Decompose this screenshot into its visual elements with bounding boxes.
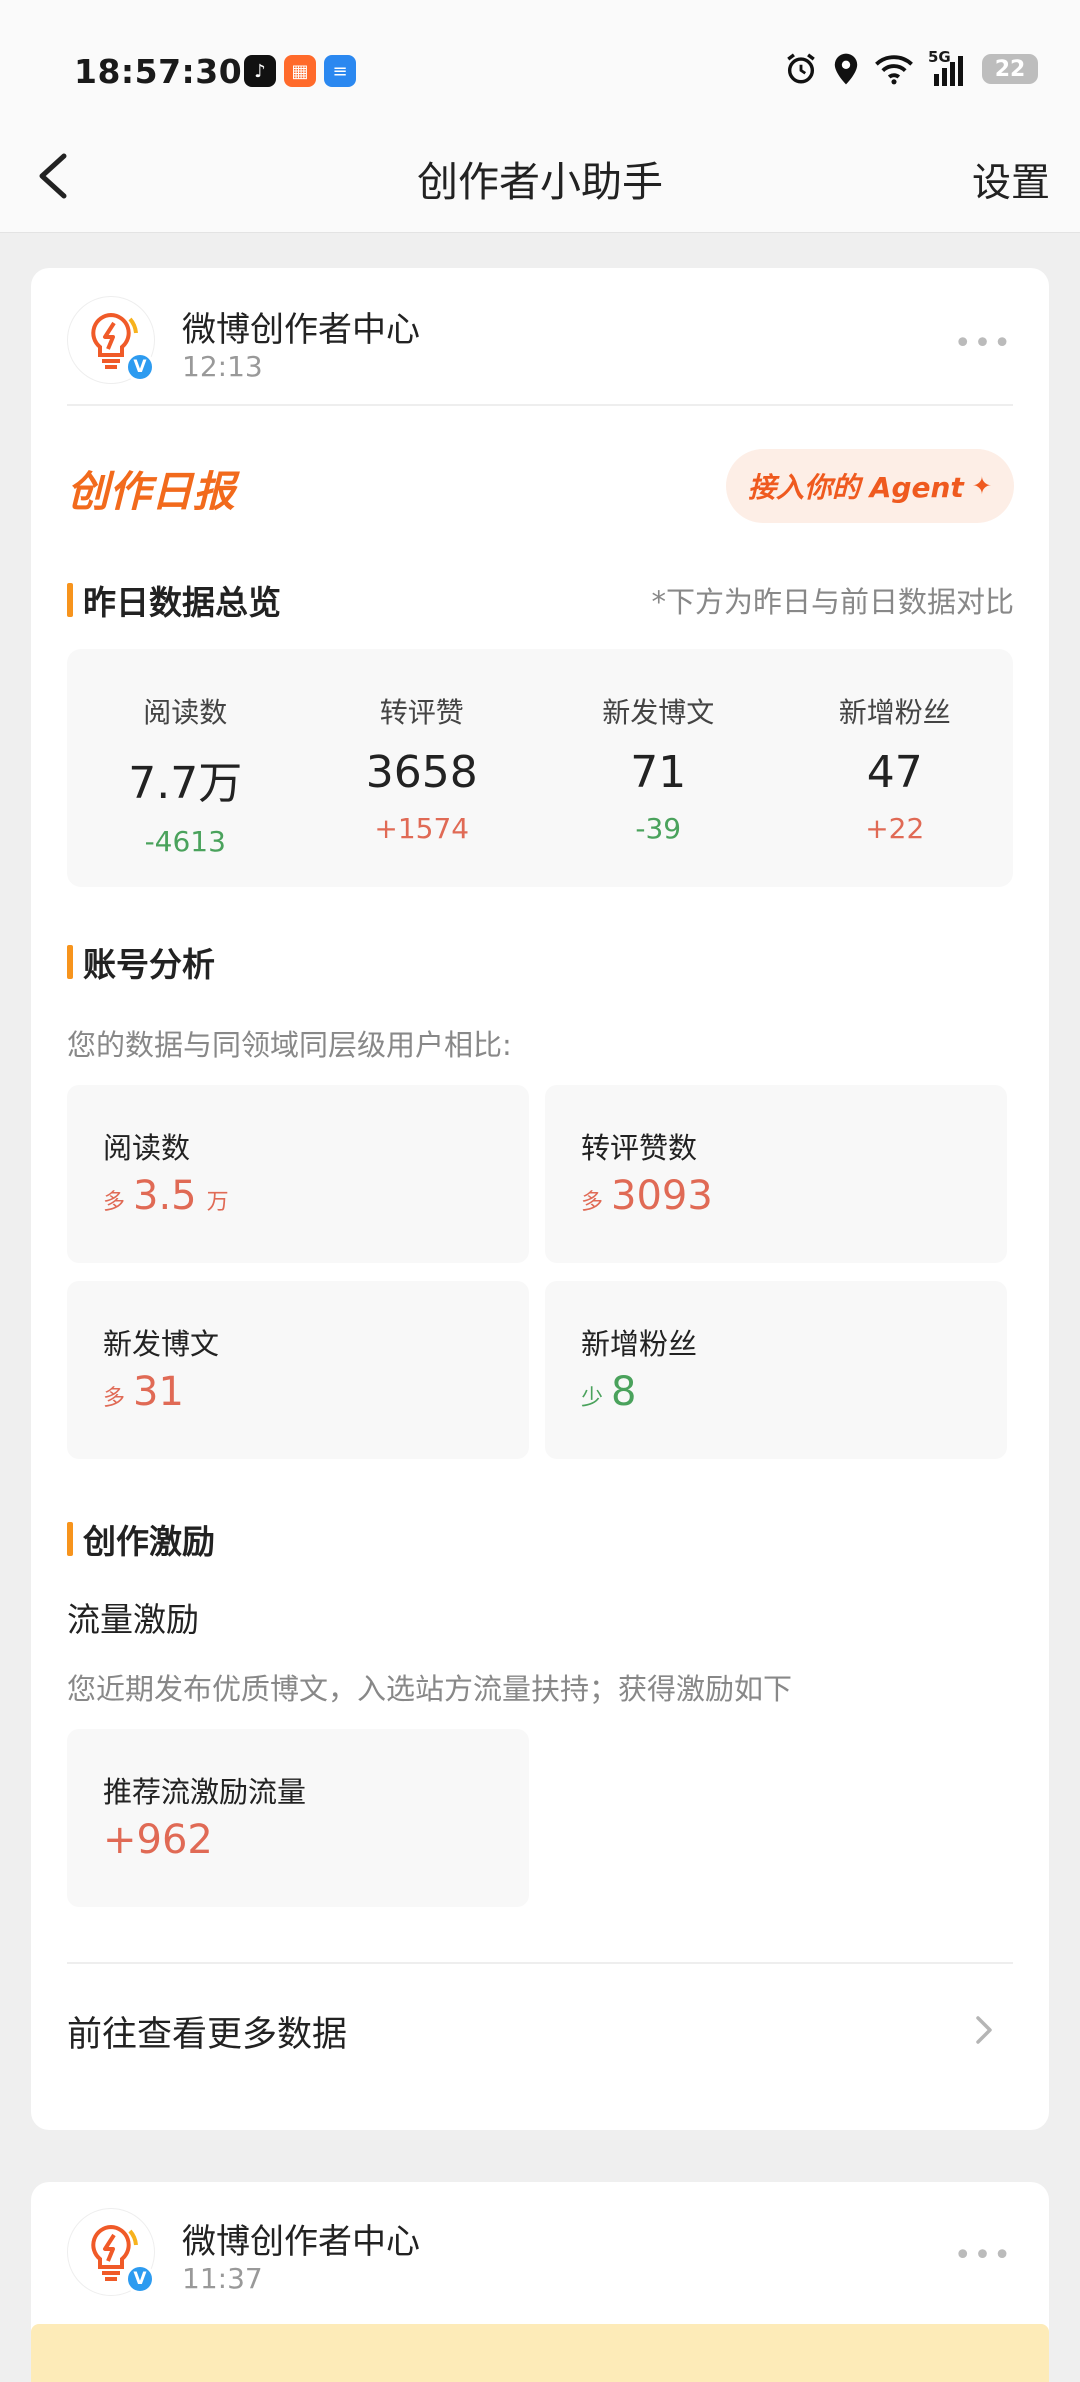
message-time: 11:37 [182,2262,263,2295]
comparison-number: 31 [133,1369,184,1415]
network-type: 5G [928,48,951,66]
stat-label: 转评赞 [379,696,464,729]
analysis-value: 多 3.5 万 [103,1173,229,1219]
analysis-heading: 账号分析 [67,938,215,986]
more-options-icon[interactable]: ••• [954,2238,1013,2273]
overview-heading: 昨日数据总览 [67,576,281,624]
comparison-number: 3093 [611,1173,713,1219]
analysis-desc: 您的数据与同领域同层级用户相比: [67,1028,512,1062]
stat-item: 新发博文 71 -39 [540,649,777,887]
comparison-unit: 万 [206,1190,229,1215]
settings-button[interactable]: 设置 [972,152,1050,208]
tiktok-icon: ♪ [244,55,276,87]
verified-badge-icon: V [125,352,155,382]
sparkle-icon: ✦ [971,472,992,500]
battery-icon: 22 [982,54,1038,84]
connect-agent-button[interactable]: 接入你的 Agent ✦ [726,449,1014,523]
stat-value: 7.7万 [128,758,243,809]
wifi-icon [875,55,913,85]
stat-delta: +22 [865,812,925,845]
agent-button-label: 接入你的 Agent [748,471,964,504]
incentive-heading: 创作激励 [67,1515,215,1563]
comparison-prefix: 少 [581,1386,604,1411]
divider [67,1962,1013,1964]
analysis-label: 新增粉丝 [581,1327,698,1361]
status-indicators: 5G 22 [784,48,1038,86]
alarm-icon [787,53,815,84]
stat-item: 阅读数 7.7万 -4613 [67,649,304,887]
analysis-label: 转评赞数 [581,1131,698,1165]
message-card: V 微博创作者中心 11:37 ••• [31,2182,1049,2382]
incentive-card: 推荐流激励流量 +962 [67,1729,529,1907]
stat-value: 71 [630,747,687,798]
incentive-subheading: 流量激励 [67,1600,199,1639]
analysis-value: 多 3093 [581,1173,713,1219]
comparison-prefix: 多 [103,1386,126,1411]
stat-delta: +1574 [374,812,470,845]
stat-delta: -39 [635,812,682,845]
analysis-label: 阅读数 [103,1131,191,1165]
overview-note: *下方为昨日与前日数据对比 [651,585,1014,619]
comparison-number: 8 [611,1369,637,1415]
more-options-icon[interactable]: ••• [954,326,1013,361]
location-icon [834,53,858,85]
stat-item: 新增粉丝 47 +22 [777,649,1014,887]
sender-name: 微博创作者中心 [182,2222,420,2262]
view-more-data-link[interactable]: 前往查看更多数据 [67,1976,1013,2086]
stat-delta: -4613 [144,825,226,858]
incentive-value-wrap: +962 [103,1817,213,1863]
stat-value: 3658 [365,747,478,798]
status-time: 18:57:30 [74,52,243,91]
overview-stats: 阅读数 7.7万 -4613 转评赞 3658 +1574 新发博文 71 -3… [67,649,1013,887]
incentive-label: 推荐流激励流量 [103,1775,307,1809]
chevron-right-icon [976,2016,992,2044]
message-sender[interactable]: V 微博创作者中心 11:37 ••• [67,2208,1013,2310]
stat-item: 转评赞 3658 +1574 [304,649,541,887]
incentive-value: +962 [103,1817,213,1863]
analysis-card: 转评赞数 多 3093 [545,1085,1007,1263]
analysis-card: 新增粉丝 少 8 [545,1281,1007,1459]
analysis-card: 新发博文 多 31 [67,1281,529,1459]
comparison-number: 3.5 [133,1173,197,1219]
sender-name: 微博创作者中心 [182,310,420,350]
page-title: 创作者小助手 [417,158,663,206]
view-more-label: 前往查看更多数据 [67,2015,348,2055]
notification-icons: ♪ ▦ ≡ [244,55,356,87]
comparison-prefix: 多 [581,1190,604,1215]
stat-label: 阅读数 [143,696,228,729]
message-banner[interactable] [31,2324,1049,2382]
stat-label: 新增粉丝 [838,696,951,729]
signal-icon: 5G [928,48,968,86]
verified-badge-icon: V [125,2264,155,2294]
analysis-value: 多 31 [103,1369,184,1415]
status-bar: 18:57:30 ♪ ▦ ≡ 5G 22 [0,0,1080,120]
comparison-prefix: 多 [103,1190,126,1215]
incentive-desc: 您近期发布优质博文，入选站方流量扶持；获得激励如下 [67,1672,793,1706]
message-card: V 微博创作者中心 12:13 ••• 创作日报 接入你的 Agent ✦ 昨日… [31,268,1049,2130]
layers-icon: ≡ [324,55,356,87]
app-grid-icon: ▦ [284,55,316,87]
top-nav-bar: 创作者小助手 设置 [0,120,1080,233]
divider [67,404,1013,406]
report-title: 创作日报 [67,467,236,516]
message-time: 12:13 [182,350,263,383]
analysis-label: 新发博文 [103,1327,220,1361]
analysis-value: 少 8 [581,1369,636,1415]
analysis-card: 阅读数 多 3.5 万 [67,1085,529,1263]
stat-value: 47 [866,747,923,798]
message-sender[interactable]: V 微博创作者中心 12:13 ••• [67,296,1013,398]
stat-label: 新发博文 [602,696,715,729]
